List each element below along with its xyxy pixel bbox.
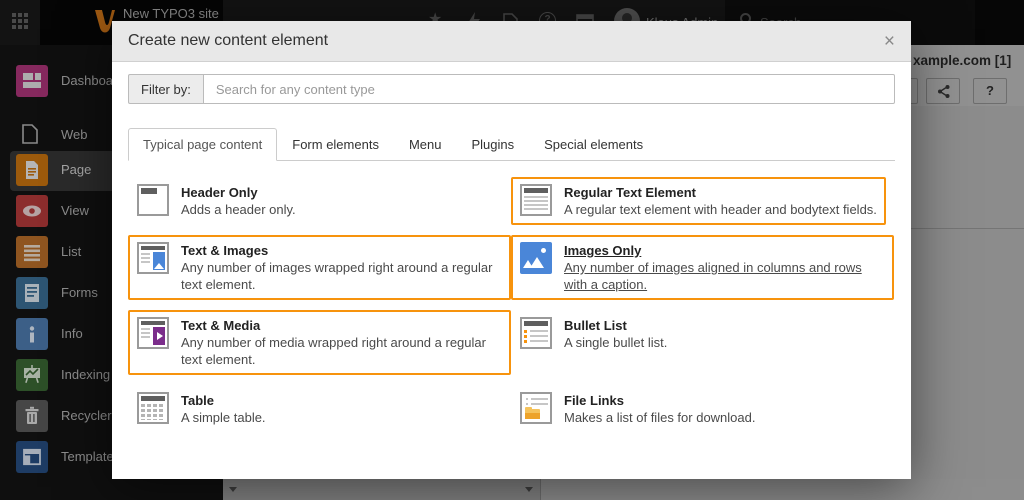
ce-item-title: File Links — [564, 392, 885, 409]
content-divider — [911, 228, 1024, 229]
ce-item-text-images[interactable]: Text & Images Any number of images wrapp… — [128, 235, 511, 300]
content-type-search-input[interactable] — [203, 74, 895, 104]
filter-group: Filter by: — [128, 74, 895, 104]
modal-title: Create new content element — [128, 32, 884, 50]
indexing-icon — [16, 359, 48, 391]
bottom-toolbar-right — [541, 479, 1024, 500]
tab-form-elements[interactable]: Form elements — [277, 128, 394, 161]
filelinks-icon — [520, 392, 552, 424]
ce-item-desc: A simple table. — [181, 409, 502, 426]
header-only-icon — [137, 184, 169, 216]
sidebar-item-label: Page — [61, 154, 91, 186]
ce-item-images-only[interactable]: Images Only Any number of images aligned… — [511, 235, 894, 300]
ce-item-title: Header Only — [181, 184, 502, 201]
dashboard-icon — [16, 65, 48, 97]
share-icon — [936, 84, 951, 99]
sidebar-item-label: Recycler — [61, 400, 112, 432]
ce-item-title: Images Only — [564, 242, 885, 259]
sidebar-item-label: View — [61, 195, 89, 227]
modal-body: Filter by: Typical page content Form ele… — [112, 62, 911, 455]
modal-header: Create new content element × — [112, 21, 911, 62]
list-icon — [16, 236, 48, 268]
page-path-title: xample.com [1] — [913, 53, 1011, 68]
text-icon — [520, 184, 552, 216]
images-icon — [520, 242, 552, 274]
ce-item-desc: Any number of images aligned in columns … — [564, 259, 885, 293]
share-button[interactable] — [926, 78, 960, 104]
ce-item-desc: Adds a header only. — [181, 201, 502, 218]
sidebar-item-label: Info — [61, 318, 83, 350]
ce-item-file-links[interactable]: File Links Makes a list of files for dow… — [511, 385, 894, 433]
template-icon — [16, 441, 48, 473]
ce-item-regular-text[interactable]: Regular Text Element A regular text elem… — [511, 177, 886, 225]
ce-item-desc: Any number of images wrapped right aroun… — [181, 259, 502, 293]
typo3-backend-screen: New TYPO3 site 11.5.1 ★ ? Klaus Admin Se… — [0, 0, 1024, 500]
bottom-toolbar-divider — [540, 479, 541, 500]
chevron-down-icon[interactable] — [525, 487, 533, 492]
bottom-toolbar — [223, 479, 1024, 500]
site-name: New TYPO3 site — [123, 6, 219, 21]
ce-item-desc: A regular text element with header and b… — [564, 201, 877, 218]
info-icon — [16, 318, 48, 350]
ce-item-title: Text & Media — [181, 317, 502, 334]
view-eye-icon — [16, 195, 48, 227]
ce-item-title: Regular Text Element — [564, 184, 877, 201]
ce-item-desc: Any number of media wrapped right around… — [181, 334, 502, 368]
ce-item-desc: Makes a list of files for download. — [564, 409, 885, 426]
ce-item-table[interactable]: Table A simple table. — [128, 385, 511, 433]
topbar-right-segment — [975, 0, 1024, 45]
ce-item-title: Bullet List — [564, 317, 885, 334]
sidebar-item-label: Forms — [61, 277, 98, 309]
recycler-trash-icon — [16, 400, 48, 432]
sidebar-item-label: Indexing — [61, 359, 110, 391]
bullets-icon — [520, 317, 552, 349]
ce-item-title: Text & Images — [181, 242, 502, 259]
tab-typical-page-content[interactable]: Typical page content — [128, 128, 277, 161]
forms-icon — [16, 277, 48, 309]
filter-by-label: Filter by: — [128, 74, 203, 104]
textmedia-icon — [137, 317, 169, 349]
help-button[interactable]: ? — [973, 78, 1007, 104]
chevron-down-icon[interactable] — [229, 487, 237, 492]
tab-special-elements[interactable]: Special elements — [529, 128, 658, 161]
ce-item-title: Table — [181, 392, 502, 409]
tab-plugins[interactable]: Plugins — [456, 128, 529, 161]
web-icon — [22, 124, 38, 144]
modulemenu-toggle-icon[interactable] — [12, 13, 28, 29]
ce-item-header-only[interactable]: Header Only Adds a header only. — [128, 177, 511, 225]
sidebar-item-label: Template — [61, 441, 114, 473]
table-icon — [137, 392, 169, 424]
ce-item-text-media[interactable]: Text & Media Any number of media wrapped… — [128, 310, 511, 375]
sidebar-item-label: List — [61, 236, 81, 268]
tab-menu[interactable]: Menu — [394, 128, 457, 161]
content-element-grid: Header Only Adds a header only. Regular … — [128, 177, 895, 443]
textpic-icon — [137, 242, 169, 274]
ce-item-desc: A single bullet list. — [564, 334, 885, 351]
create-content-element-modal: Create new content element × Filter by: … — [112, 21, 911, 479]
close-icon[interactable]: × — [884, 32, 895, 51]
sidebar-item-label: Web — [61, 119, 88, 151]
ce-item-bullet-list[interactable]: Bullet List A single bullet list. — [511, 310, 894, 375]
page-icon — [16, 154, 48, 186]
wizard-tabs: Typical page content Form elements Menu … — [128, 128, 895, 161]
